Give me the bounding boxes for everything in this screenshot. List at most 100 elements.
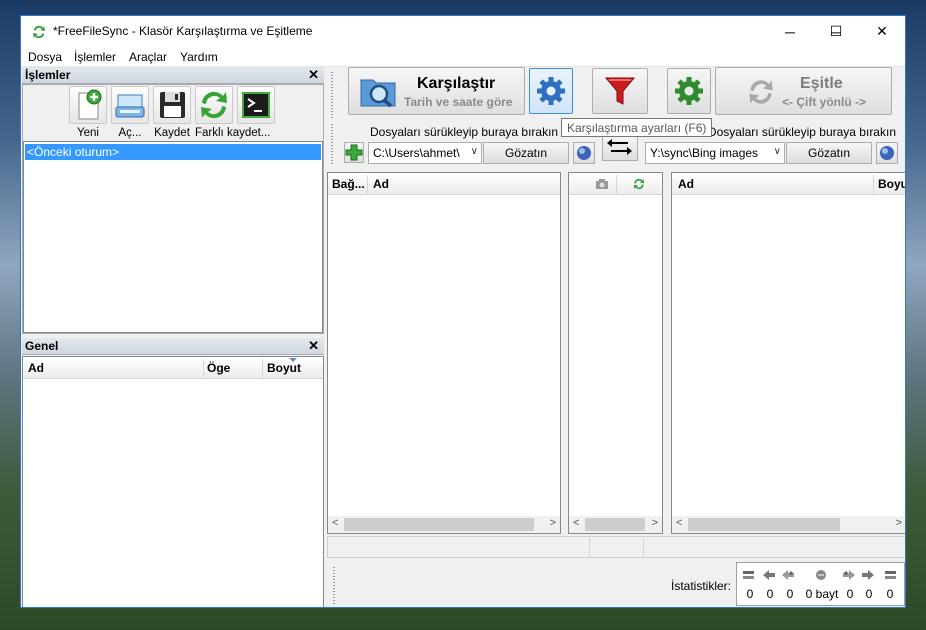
save-as-batch-button[interactable]: [195, 86, 233, 124]
filter-button[interactable]: [592, 68, 648, 114]
app-window: *FreeFileSync - Klasör Karşılaştırma ve …: [20, 15, 906, 608]
statistics-box: 0 0 0 0 bayt 0 0 0: [736, 562, 905, 606]
new-config-button[interactable]: [69, 86, 107, 124]
sync-subtitle: <- Çift yönlü ->: [782, 95, 866, 109]
compare-settings-button[interactable]: [529, 68, 573, 114]
open-config-label: Aç...: [118, 127, 142, 139]
middle-grid-header: [569, 173, 662, 195]
previous-session-item[interactable]: <Önceki oturum>: [25, 144, 321, 160]
save-as-batch-label: Farklı kaydet...: [195, 127, 271, 139]
sync-settings-button[interactable]: [667, 68, 711, 114]
menu-araclar[interactable]: Araçlar: [129, 50, 167, 64]
save-label: Kaydet: [154, 127, 190, 139]
stat-update-right: 0: [865, 587, 873, 601]
left-drop-hint: Dosyaları sürükleyip buraya bırakın: [370, 125, 559, 139]
scroll-right-icon[interactable]: >: [550, 517, 556, 529]
right-col-size[interactable]: Boyut: [878, 177, 905, 191]
overview-panel-close-icon[interactable]: ✕: [308, 338, 319, 354]
create-left-icon: [743, 571, 754, 579]
camera-icon[interactable]: [595, 178, 609, 190]
left-col-path[interactable]: Bağ...: [332, 177, 365, 191]
plus-icon: [345, 144, 363, 161]
left-folder-combobox[interactable]: C:\Users\ahmet\ ∨: [368, 142, 482, 164]
stats-grip: [333, 567, 335, 605]
statistics-label: İstatistikler:: [671, 579, 732, 593]
scroll-thumb[interactable]: [344, 518, 534, 531]
sync-title: Eşitle: [800, 75, 843, 92]
status-bar: [327, 536, 905, 558]
globe-icon: [880, 146, 894, 160]
right-grid-hscrollbar[interactable]: < >: [672, 516, 905, 533]
sort-descending-icon: [289, 358, 297, 362]
left-col-name[interactable]: Ad: [373, 177, 389, 191]
operations-panel-title: İşlemler: [25, 68, 71, 82]
compare-subtitle: Tarih ve saate göre: [404, 95, 513, 109]
scroll-right-icon[interactable]: >: [652, 517, 658, 529]
update-left-icon: [763, 570, 775, 580]
scroll-left-icon[interactable]: <: [676, 517, 682, 529]
left-online-folder-button[interactable]: [573, 142, 595, 164]
sync-arrows-icon: [749, 80, 773, 104]
stat-delete-left: 0: [786, 587, 794, 601]
open-config-button[interactable]: [111, 86, 149, 124]
compare-folder-icon: [360, 79, 396, 108]
left-grid-hscrollbar[interactable]: < >: [328, 516, 560, 533]
chevron-down-icon: ∨: [470, 146, 478, 157]
open-config-icon: [115, 94, 145, 118]
compare-button[interactable]: Karşılaştır Tarih ve saate göre: [348, 67, 525, 115]
operations-panel-close-icon[interactable]: ✕: [308, 67, 319, 83]
left-folder-path: C:\Users\ahmet\: [373, 146, 460, 160]
minimize-button-2[interactable]: ─: [767, 16, 813, 47]
save-icon: [160, 92, 185, 118]
menu-islemler[interactable]: İşlemler: [74, 50, 116, 64]
compare-title: Karşılaştır: [417, 75, 496, 92]
menu-dosya[interactable]: Dosya: [28, 50, 62, 64]
new-config-icon: [78, 89, 102, 120]
overview-panel-header: Genel ✕: [22, 338, 324, 355]
create-right-icon: [885, 571, 896, 579]
middle-grid-hscrollbar[interactable]: < >: [569, 516, 662, 533]
maximize-button[interactable]: ☐: [813, 16, 859, 47]
folder-bar-grip: [331, 124, 333, 164]
stat-update-left: 0: [766, 587, 774, 601]
right-file-grid: Ad Boyut < >: [671, 172, 905, 534]
swap-arrows-icon: [607, 139, 632, 155]
left-browse-button[interactable]: Gözatın: [483, 142, 569, 164]
left-file-grid: Bağ... Ad < >: [327, 172, 561, 534]
scroll-right-icon[interactable]: >: [896, 517, 902, 529]
close-button[interactable]: ✕: [859, 16, 905, 47]
middle-action-grid: < >: [568, 172, 663, 534]
sync-direction-icon[interactable]: [632, 177, 646, 191]
right-grid-header: Ad Boyut: [672, 173, 905, 195]
blue-gear-icon: [537, 77, 565, 105]
config-list: <Önceki oturum>: [23, 141, 323, 333]
maximize-icon: ☐: [829, 23, 843, 39]
sync-button[interactable]: Eşitle <- Çift yönlü ->: [715, 67, 892, 115]
right-browse-button[interactable]: Gözatın: [786, 142, 872, 164]
menu-yardim[interactable]: Yardım: [180, 50, 218, 64]
right-folder-combobox[interactable]: Y:\sync\Bing images ∨: [645, 142, 785, 164]
right-col-name[interactable]: Ad: [678, 177, 694, 191]
overview-panel-title: Genel: [25, 339, 59, 353]
add-folder-pair-button[interactable]: [344, 142, 364, 163]
chevron-down-icon: ∨: [773, 146, 781, 157]
overview-col-name[interactable]: Ad: [28, 361, 44, 375]
right-folder-path: Y:\sync\Bing images: [650, 146, 759, 160]
scroll-thumb[interactable]: [688, 518, 840, 531]
batch-job-icon: [242, 92, 270, 118]
compare-settings-tooltip: Karşılaştırma ayarları (F6): [561, 118, 713, 137]
update-right-icon: [862, 570, 874, 580]
delete-right-icon: [843, 570, 855, 580]
stat-delete-right: 0: [846, 587, 854, 601]
delete-left-icon: [782, 570, 794, 580]
scroll-left-icon[interactable]: <: [332, 517, 338, 529]
scroll-thumb[interactable]: [585, 518, 645, 531]
save-button[interactable]: [153, 86, 191, 124]
swap-sides-button[interactable]: [602, 134, 638, 161]
data-transfer-icon: [816, 570, 826, 580]
overview-col-size[interactable]: Boyut: [267, 361, 301, 375]
batch-job-button[interactable]: [237, 86, 275, 124]
overview-col-items[interactable]: Öge: [207, 361, 230, 375]
scroll-left-icon[interactable]: <: [573, 517, 579, 529]
right-online-folder-button[interactable]: [876, 142, 898, 164]
